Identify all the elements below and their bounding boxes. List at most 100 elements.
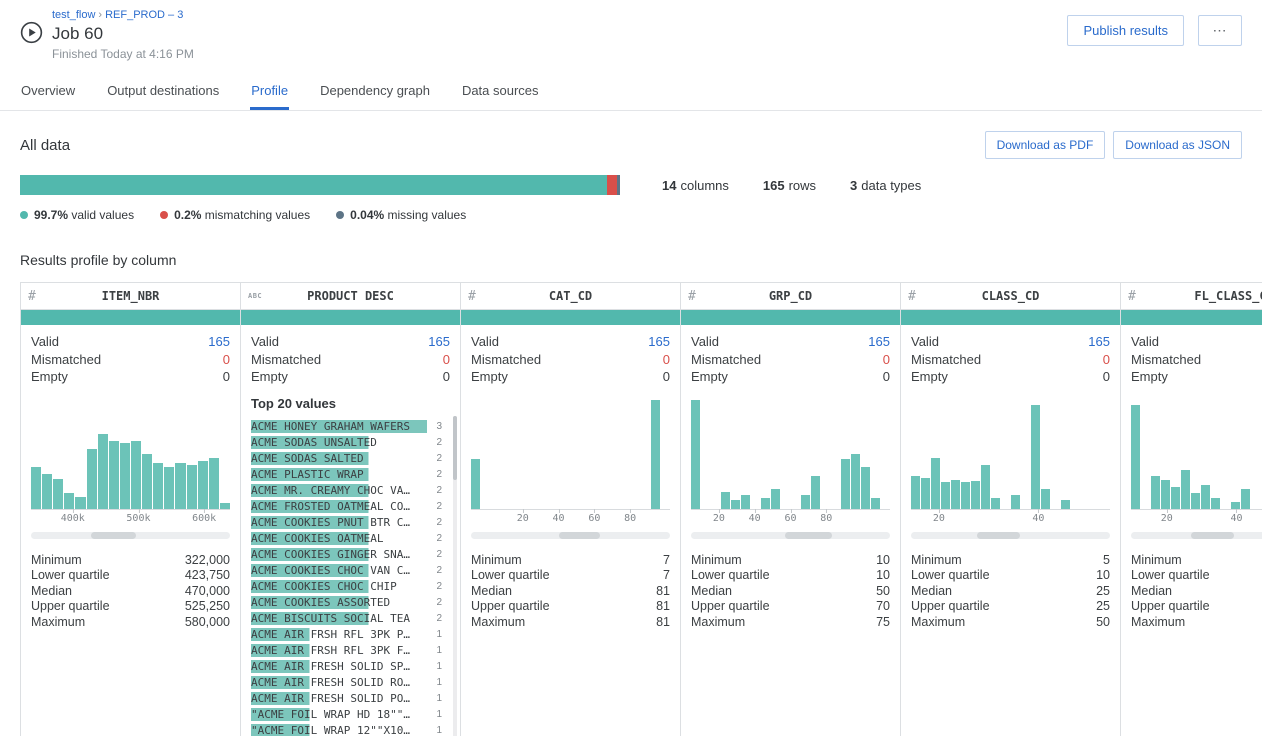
top-value-row[interactable]: ACME AIR FRESH SOLID PO…1 (251, 691, 442, 707)
valid-ratio-bar (21, 310, 240, 325)
range-brush[interactable] (31, 532, 230, 539)
histogram-bar (731, 500, 740, 509)
histogram (471, 400, 670, 510)
range-brush-thumb[interactable] (977, 532, 1021, 539)
top-value-row[interactable]: ACME HONEY GRAHAM WAFERS3 (251, 419, 442, 435)
range-brush[interactable] (691, 532, 890, 539)
profile-column-item-nbr: #ITEM_NBRValid165Mismatched0Empty0400k50… (21, 283, 241, 736)
tab-overview[interactable]: Overview (20, 73, 76, 110)
stat-row-upper-quartile: Upper quartile81 (471, 599, 670, 615)
top-value-text: ACME SODAS SALTED (251, 452, 427, 465)
quality-bar-row: 14columns165rows3data types (20, 175, 1242, 195)
values-scrollbar[interactable] (453, 416, 457, 737)
range-brush-thumb[interactable] (785, 532, 833, 539)
profile-column-grp-cd: #GRP_CDValid165Mismatched0Empty020406080… (681, 283, 901, 736)
mismatched-count-row: Mismatched0 (31, 351, 230, 369)
numeric-type-icon: # (28, 289, 36, 304)
axis-tick-label: 20 (713, 513, 725, 524)
histogram-bar (651, 400, 660, 509)
top-value-row[interactable]: ACME SODAS SALTED2 (251, 451, 442, 467)
tab-data-sources[interactable]: Data sources (461, 73, 540, 110)
count-summary: Valid165Mismatched0Empty0 (901, 325, 1120, 386)
histogram-bar (771, 489, 780, 509)
column-header[interactable]: #CAT_CD (461, 283, 680, 310)
top-value-row[interactable]: ACME MR. CREAMY CHOC VA…2 (251, 483, 442, 499)
range-brush[interactable] (1131, 532, 1262, 539)
range-brush[interactable] (471, 532, 670, 539)
top-value-row[interactable]: ACME AIR FRESH SOLID RO…1 (251, 675, 442, 691)
range-brush[interactable] (911, 532, 1110, 539)
all-data-title: All data (20, 137, 70, 154)
top-value-row[interactable]: ACME COOKIES CHOC CHIP2 (251, 579, 442, 595)
column-header[interactable]: #CLASS_CD (901, 283, 1120, 310)
summary-stats: 14columns165rows3data types (662, 178, 921, 193)
empty-count-row: Empty0 (691, 368, 890, 386)
header-actions: Publish results ⋯ (1067, 15, 1242, 46)
top-value-count: 1 (432, 661, 442, 672)
top-value-count: 2 (432, 565, 442, 576)
histogram-bar (131, 441, 141, 509)
stat-row-lower-quartile: Lower quartile7 (471, 568, 670, 584)
count-summary: Valid165Mismatched0Empty0 (21, 325, 240, 386)
histogram-bar (87, 449, 97, 509)
tab-profile[interactable]: Profile (250, 73, 289, 110)
axis-tick-label: 20 (517, 513, 529, 524)
axis-tick-label: 400k (61, 513, 85, 524)
top-value-row[interactable]: ACME COOKIES GINGER SNA…2 (251, 547, 442, 563)
top-value-text: ACME COOKIES CHOC CHIP (251, 580, 427, 593)
axis-tick-label: 80 (624, 513, 636, 524)
values-scrollbar-thumb[interactable] (453, 416, 457, 480)
top-value-text: ACME COOKIES CHOC VAN C… (251, 564, 427, 577)
histogram-bar (981, 465, 990, 509)
breadcrumb-flow-link[interactable]: test_flow (52, 9, 95, 21)
range-brush-thumb[interactable] (91, 532, 137, 539)
top-value-row[interactable]: ACME BISCUITS SOCIAL TEA2 (251, 611, 442, 627)
top-value-row[interactable]: ACME AIR FRESH SOLID SP…1 (251, 659, 442, 675)
more-options-button[interactable]: ⋯ (1198, 15, 1242, 46)
download-json-button[interactable]: Download as JSON (1113, 131, 1242, 159)
column-header[interactable]: #GRP_CD (681, 283, 900, 310)
profile-title: Results profile by column (20, 252, 1262, 268)
top-value-row[interactable]: ACME COOKIES PNUT BTR C…2 (251, 515, 442, 531)
histogram-bar (198, 461, 208, 509)
top-value-row[interactable]: ACME PLASTIC WRAP2 (251, 467, 442, 483)
top-value-text: ACME COOKIES GINGER SNA… (251, 548, 427, 561)
top-value-row[interactable]: ACME COOKIES OATMEAL2 (251, 531, 442, 547)
stat-row-maximum: Maximum (1131, 615, 1262, 631)
column-header[interactable]: #FL_CLASS_C (1121, 283, 1262, 310)
axis-tick-label: 40 (1032, 513, 1044, 524)
all-data-header: All data Download as PDF Download as JSO… (20, 131, 1242, 159)
histogram-bar (1031, 405, 1040, 509)
top-value-row[interactable]: ACME FROSTED OATMEAL CO…2 (251, 499, 442, 515)
histogram-bar (691, 400, 700, 509)
legend-dot-icon (20, 211, 28, 219)
stat-row-minimum: Minimum7 (471, 553, 670, 569)
tab-dependency-graph[interactable]: Dependency graph (319, 73, 431, 110)
publish-results-button[interactable]: Publish results (1067, 15, 1184, 46)
profile-section: Results profile by column #ITEM_NBR Valid… (0, 252, 1262, 736)
top-value-row[interactable]: "ACME FOIL WRAP HD 18""…1 (251, 707, 442, 723)
histogram-bar (175, 463, 185, 509)
tab-output-destinations[interactable]: Output destinations (106, 73, 220, 110)
download-pdf-button[interactable]: Download as PDF (985, 131, 1106, 159)
range-brush-thumb[interactable] (559, 532, 601, 539)
app-header: test_flow›REF_PROD – 3 Job 60 Finished T… (0, 0, 1262, 61)
histogram-bar (471, 459, 480, 508)
mismatch-segment (607, 175, 617, 195)
top-value-row[interactable]: ACME COOKIES CHOC VAN C… 2 (251, 563, 442, 579)
top-value-row[interactable]: "ACME FOIL WRAP 12""X10…1 (251, 723, 442, 737)
top-value-row[interactable]: ACME AIR FRSH RFL 3PK F…1 (251, 643, 442, 659)
breadcrumb-node-link[interactable]: REF_PROD – 3 (105, 9, 183, 21)
legend-dot-icon (160, 211, 168, 219)
column-header[interactable]: ABCPRODUCT DESC (241, 283, 460, 310)
histogram-bar (1011, 495, 1020, 508)
top-value-text: "ACME FOIL WRAP HD 18""… (251, 708, 427, 721)
column-header[interactable]: #ITEM_NBR (21, 283, 240, 310)
top-value-row[interactable]: ACME SODAS UNSALTED2 (251, 435, 442, 451)
column-name: PRODUCT DESC (241, 289, 460, 303)
axis-tick-label: 600k (192, 513, 216, 524)
top-value-row[interactable]: ACME COOKIES ASSORTED2 (251, 595, 442, 611)
range-brush-thumb[interactable] (1191, 532, 1235, 539)
valid-segment (20, 175, 607, 195)
top-value-row[interactable]: ACME AIR FRSH RFL 3PK P…1 (251, 627, 442, 643)
